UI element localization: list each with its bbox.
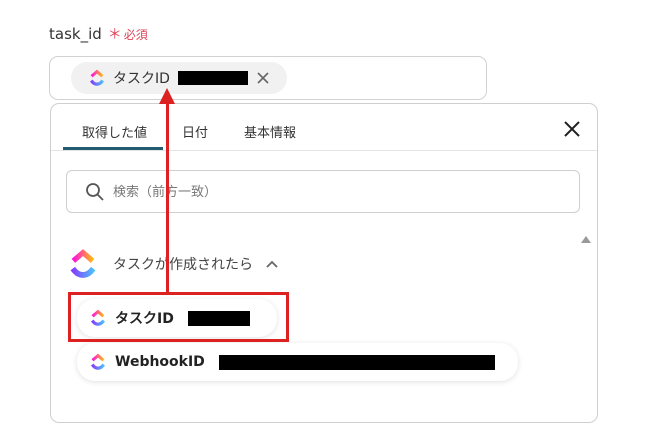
annotation-highlight-box: [68, 292, 289, 342]
selected-chip-label: タスクID: [113, 71, 170, 87]
list-item-webhook-id[interactable]: WebhookID: [77, 343, 518, 381]
annotation-arrow-line: [166, 104, 169, 294]
clickup-logo-icon: [91, 353, 105, 370]
clickup-logo-icon: [90, 69, 104, 86]
field-label-text: task_id: [49, 25, 102, 43]
close-icon[interactable]: [562, 119, 582, 139]
required-text: 必須: [123, 28, 148, 42]
search-input[interactable]: [111, 171, 555, 214]
redacted-value: [177, 71, 248, 85]
redacted-value: [218, 354, 495, 370]
tab-basic-info[interactable]: 基本情報: [244, 122, 296, 141]
annotation-arrow-head: [159, 88, 175, 104]
field-label: task_id ＊必須: [49, 24, 148, 44]
search-icon: [86, 183, 104, 201]
tab-divider: [51, 150, 597, 151]
clickup-logo-icon: [70, 249, 96, 278]
scroll-up-arrow[interactable]: [581, 236, 591, 243]
close-icon[interactable]: [256, 71, 270, 85]
selected-value-chip: タスクID: [71, 62, 287, 94]
list-item-label: WebhookID: [115, 354, 205, 370]
required-mark: ＊: [107, 27, 122, 43]
tab-date[interactable]: 日付: [182, 122, 208, 141]
chevron-up-icon: [266, 260, 278, 268]
section-header-task-created[interactable]: タスクが作成されたら: [68, 248, 279, 280]
section-title: タスクが作成されたら: [113, 257, 253, 273]
tab-retrieved-values[interactable]: 取得した値: [82, 122, 147, 141]
search-box: [66, 170, 580, 214]
